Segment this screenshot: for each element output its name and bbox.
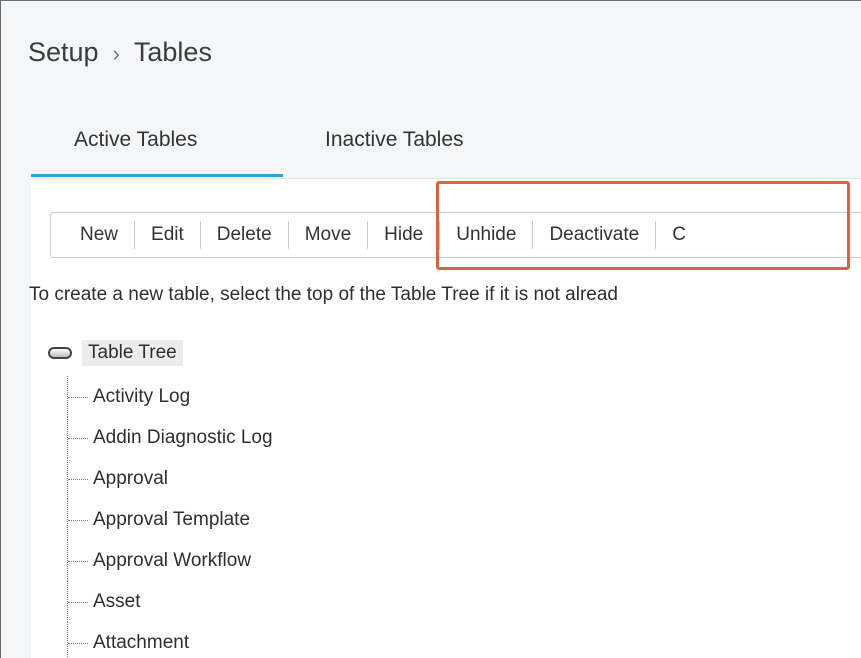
tree-item-label[interactable]: Addin Diagnostic Log — [93, 427, 273, 449]
truncated-button[interactable]: C — [656, 221, 702, 249]
hide-button[interactable]: Hide — [368, 221, 441, 249]
delete-button[interactable]: Delete — [201, 221, 289, 249]
tree-connector-icon — [67, 581, 93, 622]
tab-inactive-tables[interactable]: Inactive Tables — [283, 121, 507, 177]
tree-root-label[interactable]: Table Tree — [82, 340, 183, 366]
breadcrumb-current: Tables — [133, 37, 212, 67]
tree-item-label[interactable]: Approval Template — [93, 509, 250, 531]
tree-item-label[interactable]: Approval — [93, 468, 168, 490]
tab-active-tables[interactable]: Active Tables — [31, 121, 283, 177]
unhide-button[interactable]: Unhide — [440, 221, 534, 249]
tree-item-asset[interactable]: Asset — [67, 581, 273, 622]
tree-connector-icon — [67, 376, 93, 417]
new-button[interactable]: New — [51, 221, 136, 249]
tree-item-approval[interactable]: Approval — [67, 458, 273, 499]
tree-root[interactable]: Table Tree — [48, 340, 183, 366]
breadcrumb-setup[interactable]: Setup — [28, 37, 99, 68]
tree-item-activity-log[interactable]: Activity Log — [67, 376, 273, 417]
tree-item-approval-workflow[interactable]: Approval Workflow — [67, 540, 273, 581]
tree-item-label[interactable]: Approval Workflow — [93, 550, 251, 572]
setup-tables-window: Setup › Tables Active Tables Inactive Ta… — [0, 0, 861, 658]
tree-connector-icon — [67, 540, 93, 581]
tree-item-attachment[interactable]: Attachment — [67, 622, 273, 658]
tree-item-label[interactable]: Attachment — [93, 632, 189, 654]
tree-connector-icon — [67, 458, 93, 499]
breadcrumb: Setup › Tables — [28, 37, 212, 68]
tab-bar: Active Tables Inactive Tables — [31, 121, 507, 179]
breadcrumb-separator-icon: › — [112, 40, 120, 66]
database-icon — [48, 347, 72, 359]
tree-item-label[interactable]: Activity Log — [93, 386, 190, 408]
tree-connector-icon — [67, 417, 93, 458]
instructions-text: To create a new table, select the top of… — [29, 284, 618, 305]
tree-connector-icon — [67, 499, 93, 540]
edit-button[interactable]: Edit — [135, 221, 201, 249]
tree-item-addin-diagnostic-log[interactable]: Addin Diagnostic Log — [67, 417, 273, 458]
table-tree: Activity Log Addin Diagnostic Log Approv… — [67, 376, 273, 658]
deactivate-button[interactable]: Deactivate — [533, 221, 657, 249]
table-toolbar: New Edit Delete Move Hide Unhide Deactiv… — [50, 212, 861, 258]
tree-connector-icon — [67, 622, 93, 658]
tree-item-approval-template[interactable]: Approval Template — [67, 499, 273, 540]
tree-item-label[interactable]: Asset — [93, 591, 141, 613]
move-button[interactable]: Move — [289, 221, 369, 249]
